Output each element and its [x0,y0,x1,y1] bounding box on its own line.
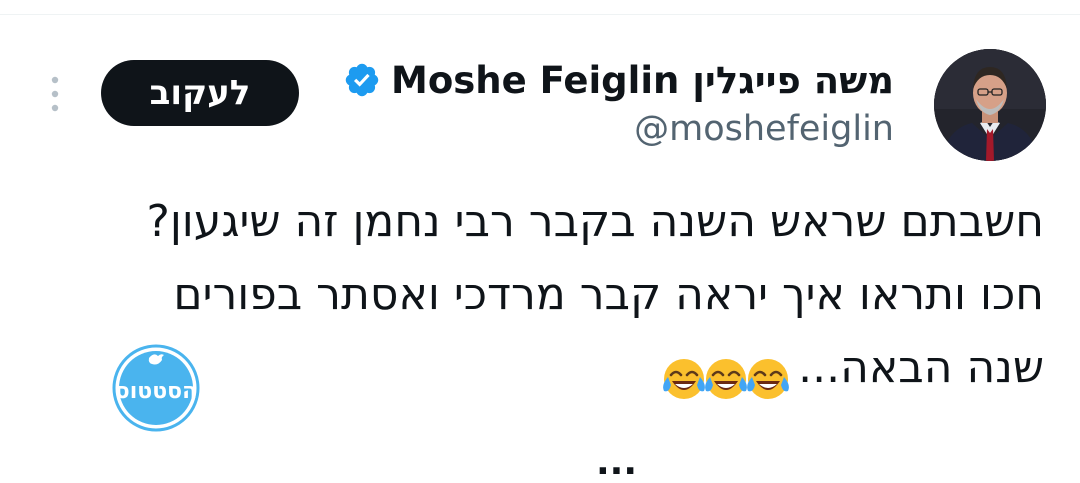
tweet-text-line-content: שנה הבאה... [798,342,1044,393]
cutoff-text: ... [596,442,638,483]
tweet-text-line: חשבתם שראש השנה בקבר רבי נחמן זה שיגעון? [146,196,1044,247]
author-name-row[interactable]: משה פייגלין Moshe Feiglin [343,56,894,104]
emoji-group [663,340,792,413]
face-with-tears-of-joy-icon [663,359,706,399]
tweet-text: חשבתם שראש השנה בקבר רבי נחמן זה שיגעון?… [84,185,1044,413]
tweet-text-line: חכו ותראו איך יראה קבר מרדכי ואסתר בפורי… [173,269,1044,320]
verified-badge-icon [345,63,379,97]
face-with-tears-of-joy-icon [747,359,790,399]
follow-button[interactable]: לעקוב [101,60,299,126]
author-handle[interactable]: @moshefeiglin [634,109,894,149]
hastatus-logo: הסטטוס [112,344,200,432]
face-with-tears-of-joy-icon [705,359,748,399]
avatar-photo [934,49,1046,161]
top-divider [0,14,1080,15]
tweet-text-line: שנה הבאה... [84,331,1044,413]
more-vertical-icon[interactable] [45,74,65,114]
author-avatar[interactable] [934,49,1046,161]
author-display-name[interactable]: משה פייגלין Moshe Feiglin [391,59,894,102]
watermark-text: הסטטוס [115,379,197,404]
